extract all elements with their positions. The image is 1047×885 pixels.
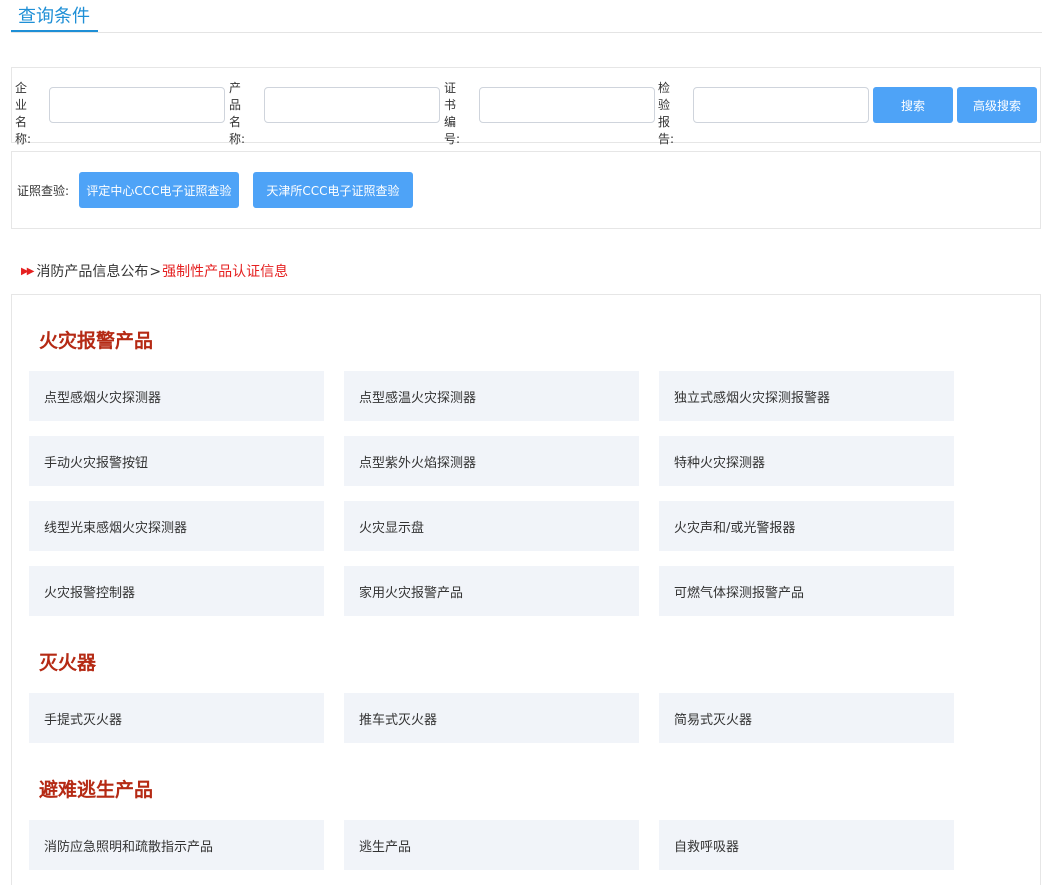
- category-item[interactable]: 消防应急照明和疏散指示产品: [29, 820, 324, 870]
- cert-number-input[interactable]: [479, 87, 655, 123]
- category-title: 火灾报警产品: [39, 330, 154, 352]
- category-item[interactable]: 火灾报警控制器: [29, 566, 324, 616]
- category-item[interactable]: 手动火灾报警按钮: [29, 436, 324, 486]
- breadcrumb-separator: >: [149, 264, 162, 280]
- company-name-input[interactable]: [49, 87, 225, 123]
- page-title: 查询条件: [18, 6, 90, 27]
- search-form: 企业名称: 产品名称: 证书编号: 检验报告: 搜索 高级搜索: [11, 67, 1041, 146]
- category-item[interactable]: 点型感烟火灾探测器: [29, 371, 324, 421]
- inspection-report-label: 检验报告:: [658, 81, 675, 146]
- verify-center-ccc-button[interactable]: 评定中心CCC电子证照查验: [79, 172, 239, 208]
- search-button[interactable]: 搜索: [873, 87, 953, 123]
- product-name-label: 产品名称:: [229, 81, 246, 146]
- breadcrumb-current: 强制性产品认证信息: [162, 264, 289, 280]
- breadcrumb-base-link[interactable]: 消防产品信息公布: [36, 262, 148, 282]
- category-item[interactable]: 点型感温火灾探测器: [344, 371, 639, 421]
- title-underline: [11, 30, 98, 32]
- inspection-report-input[interactable]: [693, 87, 869, 123]
- breadcrumb: ▶▶ 消防产品信息公布 > 强制性产品认证信息: [21, 262, 288, 282]
- category-item[interactable]: 自救呼吸器: [659, 820, 954, 870]
- category-item[interactable]: 独立式感烟火灾探测报警器: [659, 371, 954, 421]
- category-item[interactable]: 手提式灭火器: [29, 693, 324, 743]
- category-item[interactable]: 推车式灭火器: [344, 693, 639, 743]
- verify-label: 证照查验:: [17, 184, 70, 198]
- double-arrow-icon: ▶▶: [21, 266, 34, 277]
- company-name-label: 企业名称:: [15, 81, 32, 146]
- advanced-search-button[interactable]: 高级搜索: [957, 87, 1037, 123]
- category-item[interactable]: 点型紫外火焰探测器: [344, 436, 639, 486]
- category-item[interactable]: 可燃气体探测报警产品: [659, 566, 954, 616]
- certificate-verify-panel: 证照查验: 评定中心CCC电子证照查验 天津所CCC电子证照查验: [11, 151, 1041, 229]
- category-item[interactable]: 逃生产品: [344, 820, 639, 870]
- category-item[interactable]: 火灾声和/或光警报器: [659, 501, 954, 551]
- category-item[interactable]: 火灾显示盘: [344, 501, 639, 551]
- product-name-input[interactable]: [264, 87, 440, 123]
- category-title: 避难逃生产品: [39, 779, 154, 801]
- category-item[interactable]: 线型光束感烟火灾探测器: [29, 501, 324, 551]
- verify-tianjin-ccc-button[interactable]: 天津所CCC电子证照查验: [253, 172, 413, 208]
- cert-number-label: 证书编号:: [444, 81, 461, 146]
- category-item[interactable]: 家用火灾报警产品: [344, 566, 639, 616]
- query-header: 查询条件: [11, 0, 1042, 33]
- category-item[interactable]: 简易式灭火器: [659, 693, 954, 743]
- category-item[interactable]: 特种火灾探测器: [659, 436, 954, 486]
- category-title: 灭火器: [39, 652, 97, 674]
